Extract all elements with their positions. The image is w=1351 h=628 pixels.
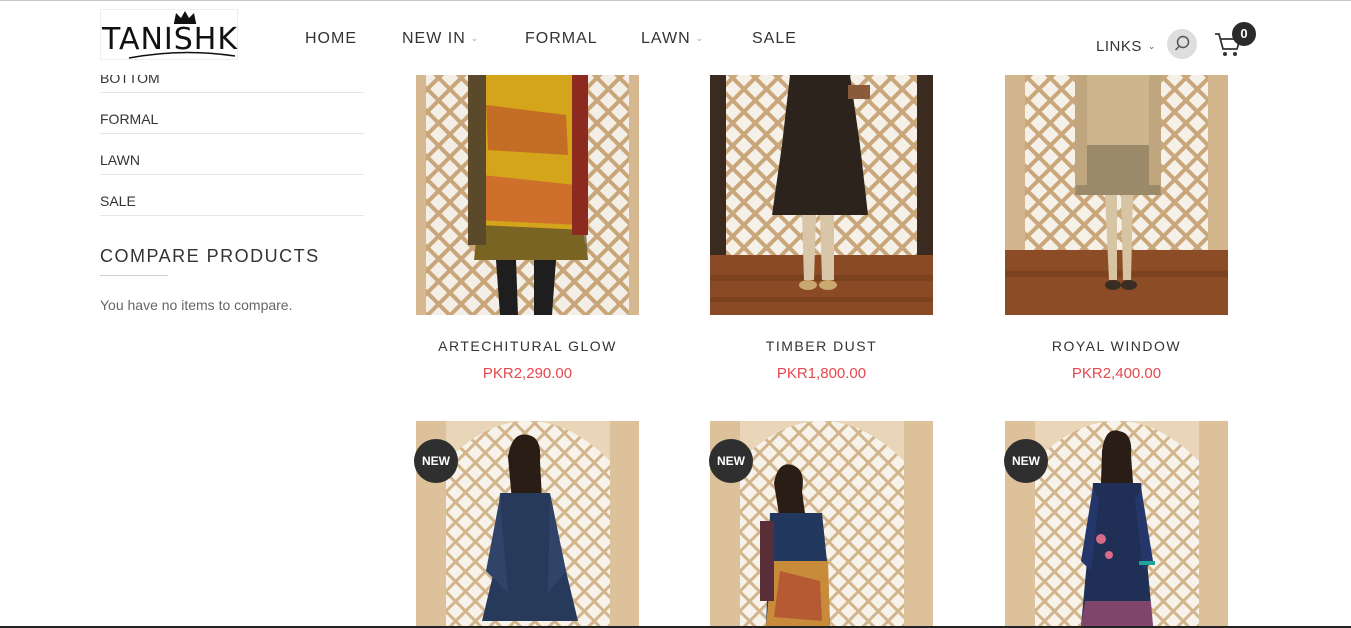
search-icon xyxy=(1174,35,1190,51)
nav-label: LAWN xyxy=(641,30,691,47)
cart-count-badge: 0 xyxy=(1232,22,1256,46)
product-name[interactable]: ARTECHITURAL GLOW xyxy=(416,338,639,354)
product-price: PKR2,290.00 xyxy=(482,365,573,382)
nav-home[interactable]: HOME xyxy=(305,30,357,48)
new-badge: NEW xyxy=(1004,439,1048,483)
nav-new-in[interactable]: NEW IN ⌄ xyxy=(402,30,479,48)
nav-formal[interactable]: FORMAL xyxy=(525,30,598,48)
product-image-timber-dust[interactable] xyxy=(710,75,933,315)
chevron-down-icon: ⌄ xyxy=(470,33,480,43)
links-label: LINKS xyxy=(1096,38,1142,55)
nav-label: HOME xyxy=(305,30,357,47)
sidebar-item-label: LAWN xyxy=(100,152,140,168)
nav-label: FORMAL xyxy=(525,30,598,47)
product-image-artechitural-glow[interactable] xyxy=(416,75,639,315)
sidebar-item-label: FORMAL xyxy=(100,111,159,127)
nav-label: SALE xyxy=(752,30,797,47)
logo[interactable]: TANISHK xyxy=(100,9,238,60)
compare-empty-text: You have no items to compare. xyxy=(100,297,293,313)
sidebar-item-sale[interactable]: SALE xyxy=(100,175,364,216)
compare-products-title: COMPARE PRODUCTS xyxy=(100,246,320,266)
chevron-down-icon: ⌄ xyxy=(695,33,705,43)
sidebar-item-label: SALE xyxy=(100,193,136,209)
nav-label: NEW IN xyxy=(402,30,466,47)
new-badge: NEW xyxy=(414,439,458,483)
product-name[interactable]: ROYAL WINDOW xyxy=(1005,338,1228,354)
new-badge: NEW xyxy=(709,439,753,483)
logo-swoosh xyxy=(128,51,236,59)
sidebar-item-formal[interactable]: FORMAL xyxy=(100,93,364,134)
sidebar-item-lawn[interactable]: LAWN xyxy=(100,134,364,175)
search-button[interactable] xyxy=(1167,29,1197,59)
product-image-royal-window[interactable] xyxy=(1005,75,1228,315)
links-dropdown[interactable]: LINKS ⌄ xyxy=(1096,38,1156,55)
product-price: PKR1,800.00 xyxy=(776,365,867,382)
chevron-down-icon: ⌄ xyxy=(1147,41,1156,51)
compare-title-underline xyxy=(100,275,168,276)
site-header: TANISHK HOME NEW IN ⌄ FORMAL LAWN ⌄ SALE L… xyxy=(0,1,1351,75)
nav-lawn[interactable]: LAWN ⌄ xyxy=(641,30,704,48)
product-name[interactable]: TIMBER DUST xyxy=(710,338,933,354)
product-price: PKR2,400.00 xyxy=(1071,365,1162,382)
nav-sale[interactable]: SALE xyxy=(752,30,797,48)
